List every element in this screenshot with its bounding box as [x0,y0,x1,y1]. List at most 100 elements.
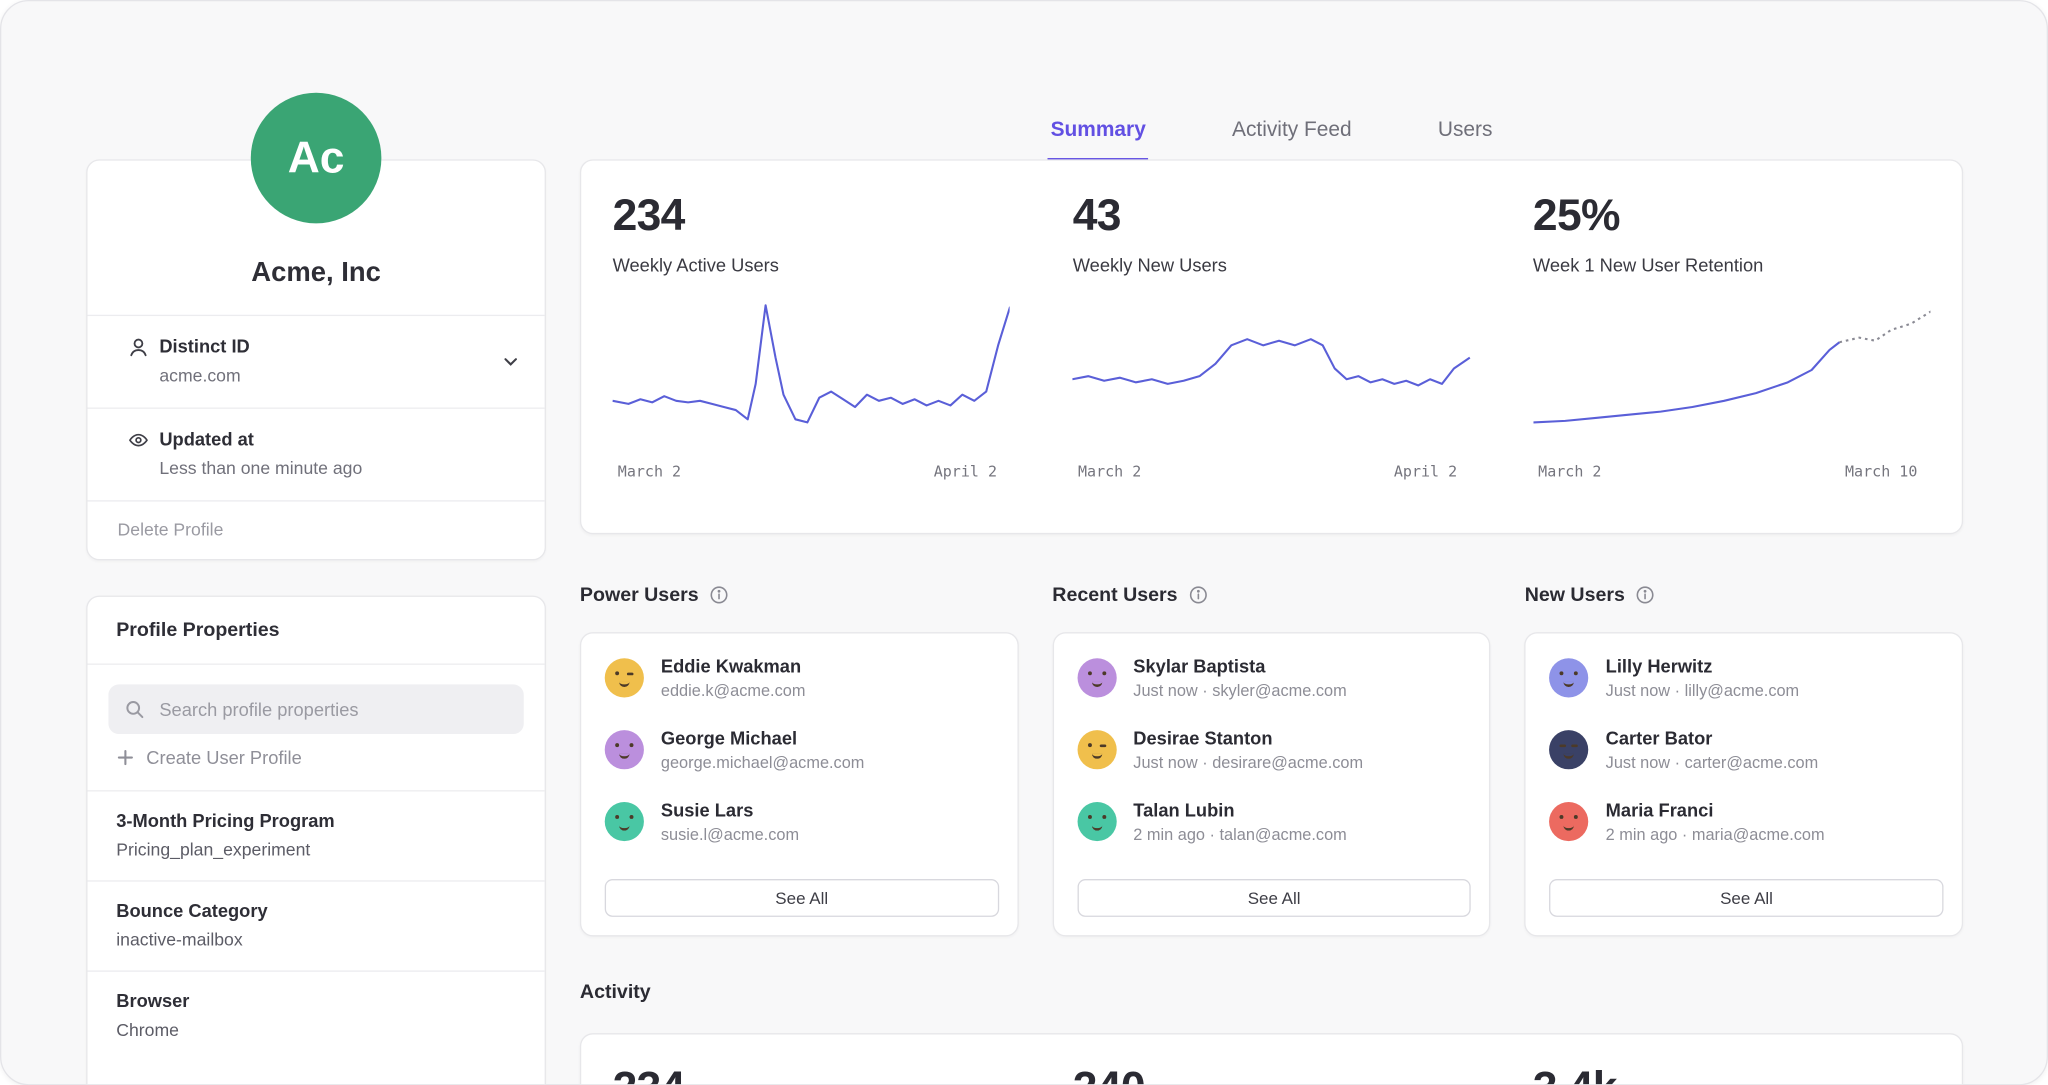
property-name: Bounce Category [116,900,516,921]
distinct-id-row[interactable]: Distinct ID acme.com [88,316,545,409]
week1-retention-sparkline [1533,299,1930,453]
activity-stat: 234 [581,1066,1041,1085]
x-axis: March 2 April 2 [613,462,1010,480]
user-name: Desirae Stanton [1133,728,1363,749]
user-avatar [1077,658,1116,697]
tab-bar: Summary Activity Feed Users [580,114,1963,162]
x-tick: March 10 [1845,462,1917,480]
see-all-button[interactable]: See All [605,879,999,917]
recent-users-title: Recent Users [1052,584,1177,606]
stat-week1-retention: 25% Week 1 New User Retention March 2 Ma… [1502,193,1962,533]
user-name: Talan Lubin [1133,800,1346,821]
distinct-id-value: acme.com [159,366,249,386]
power-users-title: Power Users [580,584,699,606]
face-icon [1557,741,1581,758]
summary-stats-card: 234 Weekly Active Users March 2 April 2 … [580,159,1963,534]
property-value: Chrome [116,1020,516,1040]
updated-at-value: Less than one minute ago [159,458,362,478]
face-icon [1085,813,1109,830]
user-row[interactable]: Talan Lubin 2 min ago · talan@acme.com [1077,800,1471,845]
property-value: Pricing_plan_experiment [116,840,516,860]
recent-users-card: Skylar Baptista Just now · skyler@acme.c… [1052,632,1490,936]
stat-value: 3.4k [1533,1066,1930,1085]
new-users-header: New Users [1525,584,1963,606]
user-subtext: eddie.k@acme.com [661,682,806,700]
power-users-header: Power Users [580,584,1018,606]
user-row[interactable]: Eddie Kwakman eddie.k@acme.com [605,656,999,701]
user-avatar [605,658,644,697]
tab-activity-feed[interactable]: Activity Feed [1229,114,1354,162]
create-user-profile-button[interactable]: Create User Profile [108,747,523,768]
main-canvas: Ac Acme, Inc Distinct ID acme.com [0,0,2048,1085]
profile-properties-search[interactable] [108,684,523,734]
chevron-down-icon[interactable] [500,351,521,372]
see-all-button[interactable]: See All [1077,879,1471,917]
tab-summary[interactable]: Summary [1048,114,1148,162]
property-row[interactable]: Bounce Category inactive-mailbox [88,880,545,970]
new-users-title: New Users [1525,584,1625,606]
user-avatar [1550,802,1589,841]
user-subtext: 2 min ago · maria@acme.com [1606,826,1825,844]
face-icon [613,741,637,758]
info-icon[interactable] [1188,585,1208,605]
user-avatar [605,730,644,769]
user-cards-row: Eddie Kwakman eddie.k@acme.com George Mi… [580,632,1963,936]
property-name: Browser [116,990,516,1011]
user-name: George Michael [661,728,865,749]
stat-value: 43 [1073,193,1470,237]
person-icon [128,336,159,386]
property-value: inactive-mailbox [116,930,516,950]
stat-weekly-active-users: 234 Weekly Active Users March 2 April 2 [581,193,1041,533]
x-tick: April 2 [934,462,997,480]
stat-weekly-new-users: 43 Weekly New Users March 2 April 2 [1041,193,1501,533]
user-name: Skylar Baptista [1133,656,1346,677]
weekly-active-users-sparkline [613,299,1010,453]
org-avatar: Ac [251,93,382,224]
weekly-new-users-sparkline [1073,299,1470,453]
see-all-button[interactable]: See All [1550,879,1944,917]
user-row[interactable]: Desirae Stanton Just now · desirare@acme… [1077,728,1471,773]
x-tick: March 2 [618,462,681,480]
tab-users[interactable]: Users [1435,114,1495,162]
user-name: Lilly Herwitz [1606,656,1799,677]
x-tick: March 2 [1538,462,1601,480]
new-users-card: Lilly Herwitz Just now · lilly@acme.com … [1525,632,1963,936]
search-icon [124,699,145,720]
info-icon[interactable] [1635,585,1655,605]
user-avatar [1077,802,1116,841]
info-icon[interactable] [709,585,729,605]
user-row[interactable]: Susie Lars susie.l@acme.com [605,800,999,845]
distinct-id-label: Distinct ID [159,336,249,357]
x-axis: March 2 April 2 [1073,462,1470,480]
org-avatar-initials: Ac [288,133,345,184]
property-row[interactable]: 3-Month Pricing Program Pricing_plan_exp… [88,790,545,880]
stat-label: Weekly New Users [1073,255,1470,276]
user-subtext: Just now · lilly@acme.com [1606,682,1799,700]
stat-value: 25% [1533,193,1930,237]
plus-icon [116,748,134,766]
face-icon [1085,741,1109,758]
user-subtext: susie.l@acme.com [661,826,799,844]
face-icon [1557,669,1581,686]
user-row[interactable]: Skylar Baptista Just now · skyler@acme.c… [1077,656,1471,701]
app-root: Ac Acme, Inc Distinct ID acme.com [0,0,2048,1085]
user-row[interactable]: Maria Franci 2 min ago · maria@acme.com [1550,800,1944,845]
user-row[interactable]: Carter Bator Just now · carter@acme.com [1550,728,1944,773]
x-tick: April 2 [1394,462,1457,480]
x-tick: March 2 [1078,462,1141,480]
activity-stat: 240 [1041,1066,1501,1085]
recent-users-header: Recent Users [1052,584,1490,606]
user-subtext: Just now · desirare@acme.com [1133,754,1363,772]
search-input[interactable] [157,697,508,721]
face-icon [613,669,637,686]
user-avatar [605,802,644,841]
stat-value: 234 [613,1066,1010,1085]
property-row[interactable]: Browser Chrome [88,970,545,1060]
user-row[interactable]: George Michael george.michael@acme.com [605,728,999,773]
user-name: Maria Franci [1606,800,1825,821]
activity-section-title: Activity [580,981,651,1003]
delete-profile-button[interactable]: Delete Profile [88,502,545,559]
face-icon [1557,813,1581,830]
user-list-headers: Power Users Recent Users [580,584,1963,606]
user-row[interactable]: Lilly Herwitz Just now · lilly@acme.com [1550,656,1944,701]
